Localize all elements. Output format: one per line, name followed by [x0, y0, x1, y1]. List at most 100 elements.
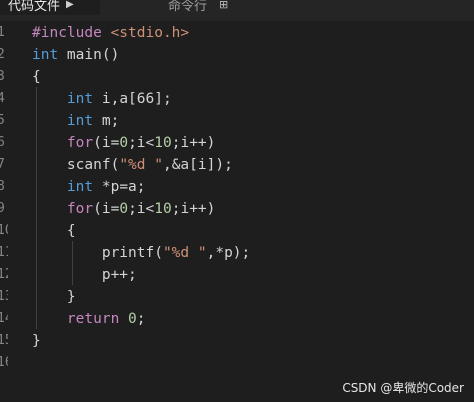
- line-number: 13: [0, 289, 8, 304]
- code-token: int: [66, 179, 94, 195]
- line-number: 16: [0, 355, 8, 370]
- code-token: int: [66, 91, 94, 107]
- line-number: 9: [0, 201, 5, 216]
- line-number: 6: [0, 135, 5, 150]
- code-token: 0: [119, 201, 129, 217]
- code-token: int: [66, 113, 94, 129]
- code-line: 11 printf("%d ",*p);: [0, 242, 474, 264]
- code-token: ;i<: [128, 135, 155, 151]
- line-number: 8: [0, 179, 5, 194]
- code-token: main(): [58, 47, 120, 63]
- play-icon[interactable]: ▶: [66, 0, 74, 10]
- code-line: 15}: [0, 330, 474, 352]
- line-number: 11: [0, 245, 8, 260]
- code-token: p++;: [101, 267, 137, 283]
- code-token: {: [66, 223, 76, 239]
- code-token: m;: [93, 113, 120, 129]
- tab-code-file-label: 代码文件: [8, 0, 61, 14]
- tab-bar: 代码文件 ▶ 命令行 ⊞: [0, 0, 474, 21]
- code-token: ,*p);: [206, 245, 251, 261]
- code-token: ,&a[i]);: [162, 157, 233, 173]
- tab-code-file[interactable]: 代码文件 ▶: [0, 0, 100, 15]
- line-number: 1: [0, 25, 5, 40]
- line-number: 3: [0, 69, 5, 84]
- code-line: 9 for(i=0;i<10;i++): [0, 198, 474, 220]
- tab-command-line-label: 命令行: [168, 0, 208, 14]
- code-text: int main(): [32, 44, 119, 66]
- code-token: ;i++): [171, 135, 216, 151]
- code-line: 1 #include <stdio.h>: [0, 22, 474, 44]
- code-token: {: [32, 69, 41, 85]
- code-editor[interactable]: 1 #include <stdio.h> 2 int main() 3{4 int i,…: [0, 21, 474, 402]
- tab-command-line[interactable]: 命令行 ⊞: [160, 0, 238, 15]
- code-line: 6 for(i=0;i<10;i++): [0, 132, 474, 154]
- code-token: *p=a;: [93, 179, 146, 195]
- code-token: for: [66, 201, 94, 217]
- code-token: 10: [154, 135, 172, 151]
- code-line: 16: [0, 352, 474, 374]
- code-text: for(i=0;i<10;i++): [32, 198, 215, 220]
- code-text: {: [32, 220, 76, 242]
- code-line: 10 {: [0, 220, 474, 242]
- line-number: 14: [0, 311, 8, 326]
- code-token: (i=: [93, 201, 120, 217]
- line-number: 4: [0, 91, 5, 106]
- code-text: printf("%d ",*p);: [32, 242, 250, 264]
- code-token: 0: [119, 135, 129, 151]
- line-number: 10: [0, 223, 8, 238]
- code-line: 14 return 0;: [0, 308, 474, 330]
- code-text: scanf("%d ",&a[i]);: [32, 154, 233, 176]
- code-token: ;i<: [128, 201, 155, 217]
- code-token: ;: [136, 311, 146, 327]
- code-token: int: [32, 47, 59, 63]
- code-line: 2 int main(): [0, 44, 474, 66]
- line-number: 12: [0, 267, 8, 282]
- code-text: return 0;: [32, 308, 146, 330]
- code-token: ;i++): [171, 201, 216, 217]
- code-text: }: [32, 330, 41, 352]
- code-token: }: [32, 333, 41, 349]
- code-text: int *p=a;: [32, 176, 146, 198]
- code-text: for(i=0;i<10;i++): [32, 132, 215, 154]
- add-tab-icon[interactable]: ⊞: [219, 0, 228, 11]
- code-line: 13 }: [0, 286, 474, 308]
- code-token: 10: [154, 201, 172, 217]
- code-line: 4 int i,a[66];: [0, 88, 474, 110]
- code-text: int m;: [32, 110, 119, 132]
- code-text: }: [32, 286, 76, 308]
- code-line: 8 int *p=a;: [0, 176, 474, 198]
- code-line: 5 int m;: [0, 110, 474, 132]
- line-number: 15: [0, 333, 8, 348]
- code-text: {: [32, 66, 41, 88]
- code-token: "%d ": [119, 157, 163, 173]
- code-token: (i=: [93, 135, 120, 151]
- watermark-text: CSDN @卑微的Coder: [342, 381, 464, 395]
- code-token: scanf(: [66, 157, 120, 173]
- code-token: for: [66, 135, 94, 151]
- code-token: <stdio.h>: [110, 25, 190, 41]
- code-token: #include: [32, 25, 111, 41]
- code-text: p++;: [32, 264, 137, 286]
- code-line: 12 p++;: [0, 264, 474, 286]
- code-text: #include <stdio.h>: [32, 22, 189, 44]
- code-token: "%d ": [162, 245, 207, 261]
- code-line: 7 scanf("%d ",&a[i]);: [0, 154, 474, 176]
- code-token: printf(: [101, 245, 163, 261]
- line-number: 5: [0, 113, 5, 128]
- code-token: i,a[66];: [93, 91, 172, 107]
- code-token: 0: [128, 311, 137, 327]
- code-line: 3{: [0, 66, 474, 88]
- code-token: }: [66, 289, 76, 305]
- line-number: 2: [0, 47, 5, 62]
